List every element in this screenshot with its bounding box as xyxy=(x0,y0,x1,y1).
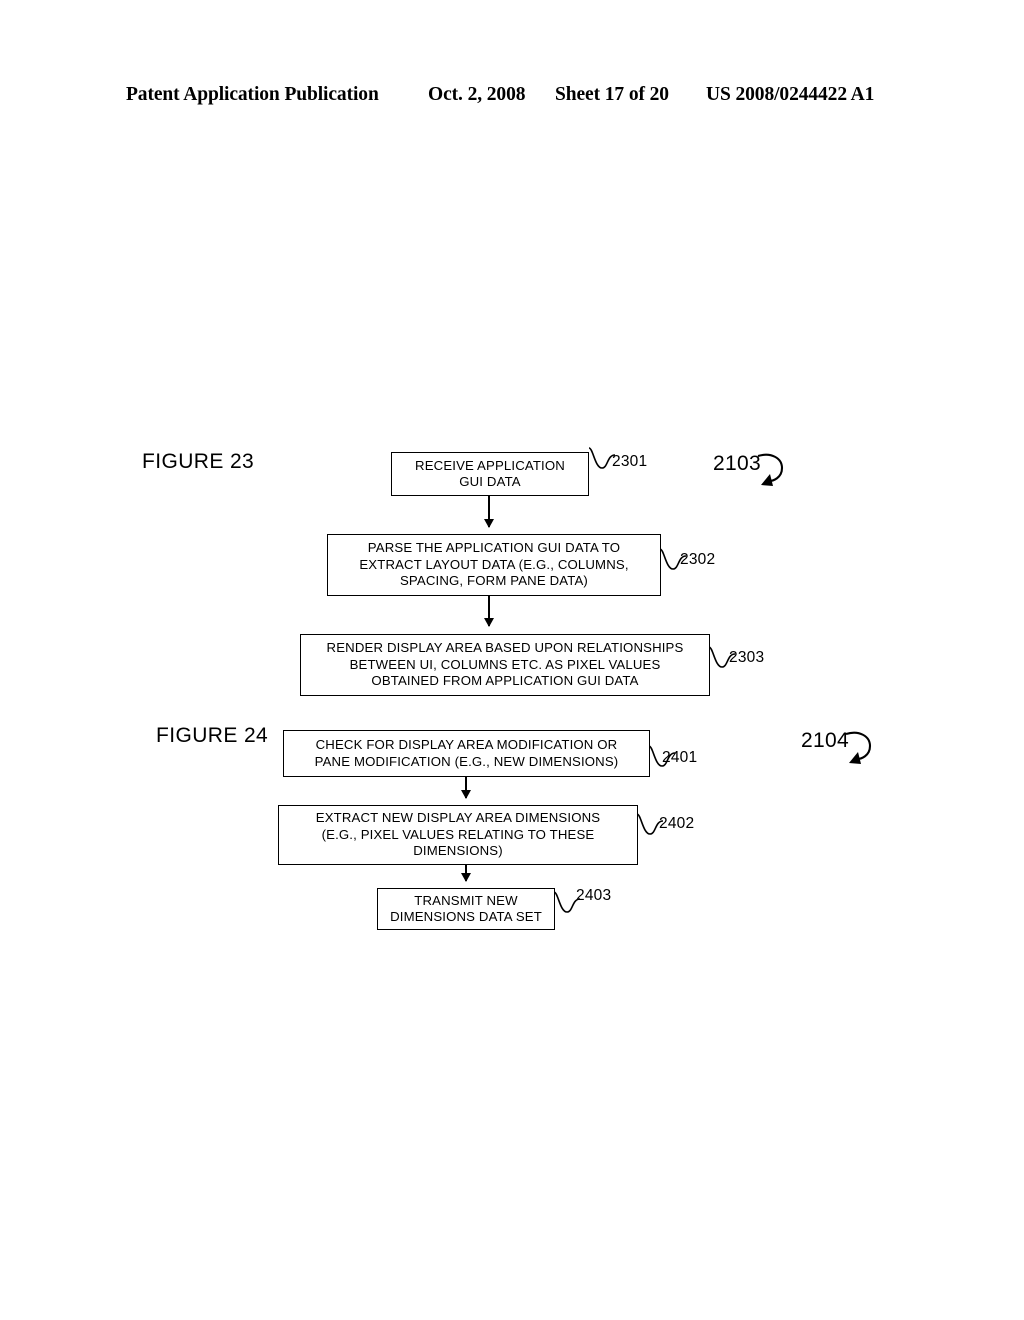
flow-step-2302: PARSE THE APPLICATION GUI DATA TO EXTRAC… xyxy=(327,534,661,596)
reference-numeral-2103: 2103 xyxy=(713,452,761,475)
connector-arrow-2401-to-2402 xyxy=(465,777,467,798)
flow-step-2303-line-1: RENDER DISPLAY AREA BASED UPON RELATIONS… xyxy=(326,640,684,656)
header-publication-title: Patent Application Publication xyxy=(126,84,379,105)
flow-step-2403-line-1: TRANSMIT NEW xyxy=(414,892,518,908)
flow-step-2302-line-1: PARSE THE APPLICATION GUI DATA TO xyxy=(367,540,621,556)
reference-numeral-2401: 2401 xyxy=(662,749,698,766)
flow-step-2303-line-3: OBTAINED FROM APPLICATION GUI DATA xyxy=(371,673,639,689)
reference-numeral-2104: 2104 xyxy=(801,729,849,752)
header-sheet-number: Sheet 17 of 20 xyxy=(555,84,669,105)
flow-step-2402-line-3: DIMENSIONS) xyxy=(413,843,503,859)
flow-step-2401: CHECK FOR DISPLAY AREA MODIFICATION OR P… xyxy=(283,730,650,777)
flow-step-2403-line-2: DIMENSIONS DATA SET xyxy=(390,909,542,924)
flow-step-2302-line-3: SPACING, FORM PANE DATA) xyxy=(399,573,588,589)
header-patent-number: US 2008/0244422 A1 xyxy=(706,84,875,105)
flow-step-2303: RENDER DISPLAY AREA BASED UPON RELATIONS… xyxy=(300,634,710,696)
flow-step-2402-line-1: EXTRACT NEW DISPLAY AREA DIMENSIONS xyxy=(315,810,601,826)
reference-numeral-2403: 2403 xyxy=(576,887,612,904)
header-publication-date: Oct. 2, 2008 xyxy=(428,84,526,105)
flow-step-2401-line-1: CHECK FOR DISPLAY AREA MODIFICATION OR xyxy=(315,737,618,753)
connector-arrow-2402-to-2403 xyxy=(465,865,467,881)
figure-23-label: FIGURE 23 xyxy=(142,450,255,473)
flow-step-2403: TRANSMIT NEW DIMENSIONS DATA SET xyxy=(377,888,555,930)
flow-step-2402: EXTRACT NEW DISPLAY AREA DIMENSIONS (E.G… xyxy=(278,805,638,865)
flow-step-2301-line-1: RECEIVE APPLICATION xyxy=(415,457,565,473)
hook-arrow-2104-icon xyxy=(845,730,891,776)
reference-numeral-2402: 2402 xyxy=(659,815,695,832)
flow-step-2303-line-2: BETWEEN UI, COLUMNS ETC. AS PIXEL VALUES xyxy=(349,656,661,672)
connector-arrow-2302-to-2303 xyxy=(488,596,490,626)
flow-step-2301: RECEIVE APPLICATION GUI DATA xyxy=(391,452,589,496)
flow-step-2402-line-2: (E.G., PIXEL VALUES RELATING TO THESE xyxy=(321,826,595,842)
flow-step-2401-line-2: PANE MODIFICATION (E.G., NEW DIMENSIONS) xyxy=(314,753,619,769)
flow-step-2302-line-2: EXTRACT LAYOUT DATA (E.G., COLUMNS, xyxy=(359,556,629,572)
reference-numeral-2301: 2301 xyxy=(612,453,648,470)
reference-numeral-2302: 2302 xyxy=(680,551,716,568)
connector-arrow-2301-to-2302 xyxy=(488,496,490,527)
reference-numeral-2303: 2303 xyxy=(729,649,765,666)
hook-arrow-2103-icon xyxy=(757,452,803,498)
page-header: Patent Application Publication Oct. 2, 2… xyxy=(0,84,1024,114)
flow-step-2301-line-2: GUI DATA xyxy=(459,474,521,489)
figure-24-label: FIGURE 24 xyxy=(156,724,269,747)
